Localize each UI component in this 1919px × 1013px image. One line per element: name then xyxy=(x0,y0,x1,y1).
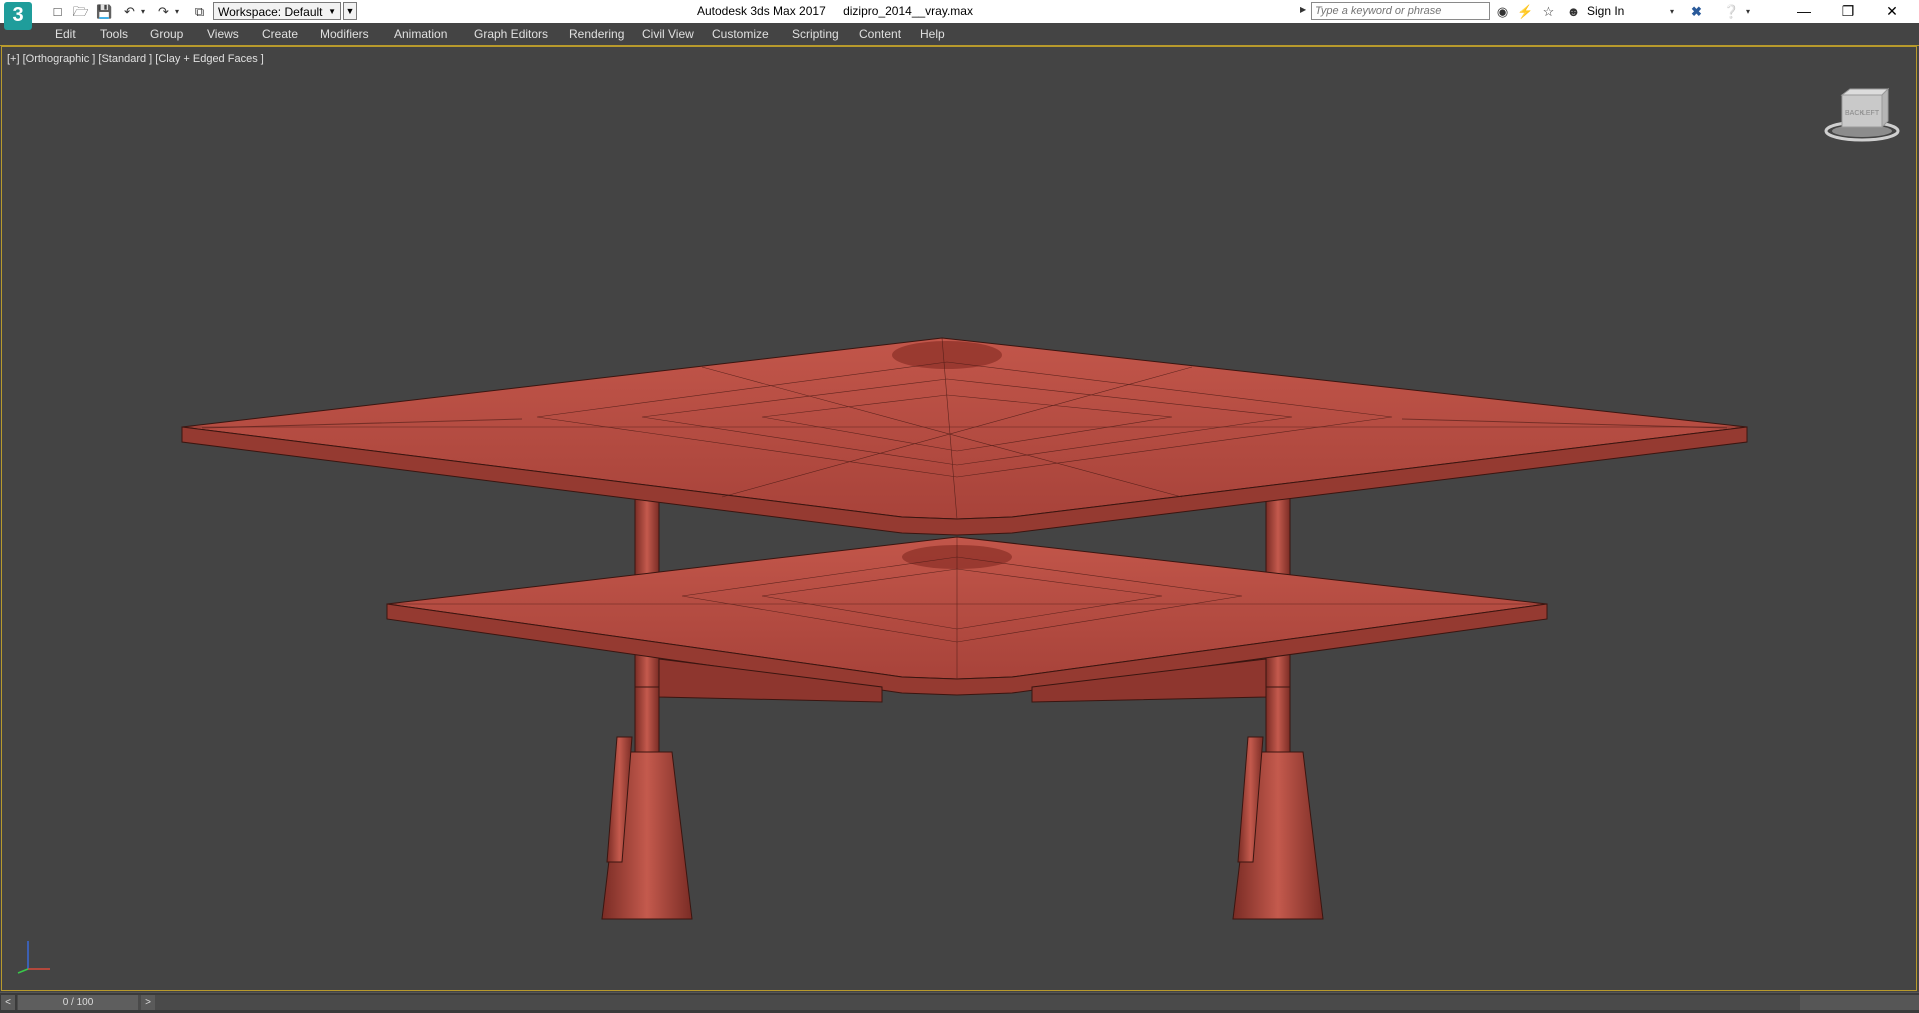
menu-edit[interactable]: Edit xyxy=(55,23,76,45)
time-prev-button[interactable]: < xyxy=(1,995,15,1010)
workspace-dropdown[interactable]: Workspace: Default ▼ xyxy=(213,2,341,20)
project-folder-icon[interactable]: ⧉ xyxy=(191,3,208,20)
menu-tools[interactable]: Tools xyxy=(100,23,128,45)
help-dropdown-icon[interactable]: ▾ xyxy=(1744,3,1752,20)
sign-in-button[interactable]: Sign In xyxy=(1587,0,1624,23)
menu-help[interactable]: Help xyxy=(920,23,945,45)
restore-button[interactable]: ❐ xyxy=(1826,0,1870,23)
menu-bar: Edit Tools Group Views Create Modifiers … xyxy=(0,23,1919,46)
undo-icon[interactable]: ↶ xyxy=(121,3,138,20)
window-title: Autodesk 3ds Max 2017 dizipro_2014__vray… xyxy=(697,0,973,23)
table-top xyxy=(181,337,1748,536)
help-icon[interactable]: ❔ xyxy=(1723,3,1740,20)
menu-modifiers[interactable]: Modifiers xyxy=(320,23,369,45)
menu-views[interactable]: Views xyxy=(207,23,239,45)
menu-customize[interactable]: Customize xyxy=(712,23,769,45)
menu-group[interactable]: Group xyxy=(150,23,183,45)
menu-create[interactable]: Create xyxy=(262,23,298,45)
exchange-apps-icon[interactable]: ✖ xyxy=(1688,3,1705,20)
save-file-icon[interactable]: 💾 xyxy=(96,3,113,20)
lower-shelf xyxy=(386,536,1548,703)
redo-dropdown-icon[interactable]: ▾ xyxy=(173,3,181,20)
redo-icon[interactable]: ↷ xyxy=(155,3,172,20)
close-button[interactable]: ✕ xyxy=(1870,0,1914,23)
binoculars-icon[interactable]: ◉ xyxy=(1494,3,1511,20)
customize-quick-access-button[interactable]: ▼ xyxy=(343,2,357,20)
app-title: Autodesk 3ds Max 2017 xyxy=(697,4,826,18)
new-file-icon[interactable]: □ xyxy=(49,3,66,20)
favorites-star-icon[interactable]: ☆ xyxy=(1540,3,1557,20)
perspective-viewport[interactable]: [+] [Orthographic ] [Standard ] [Clay + … xyxy=(1,46,1917,991)
search-input[interactable] xyxy=(1311,2,1490,20)
open-file-icon[interactable]: 🗁 xyxy=(72,3,89,20)
menu-scripting[interactable]: Scripting xyxy=(792,23,839,45)
search-expand-icon[interactable]: ▶ xyxy=(1300,5,1306,14)
workspace-label: Workspace: Default xyxy=(218,5,323,19)
time-next-button[interactable]: > xyxy=(141,995,155,1010)
undo-dropdown-icon[interactable]: ▾ xyxy=(139,3,147,20)
axis-tripod-icon xyxy=(17,941,50,974)
time-slider-track[interactable] xyxy=(17,995,1800,1010)
communication-center-icon[interactable]: ⚡ xyxy=(1517,3,1534,20)
menu-animation[interactable]: Animation xyxy=(394,23,447,45)
minimize-button[interactable]: — xyxy=(1782,0,1826,23)
sign-in-dropdown-icon[interactable]: ▾ xyxy=(1668,3,1676,20)
file-name: dizipro_2014__vray.max xyxy=(843,4,973,18)
menu-graph-editors[interactable]: Graph Editors xyxy=(474,23,548,45)
chevron-down-icon: ▼ xyxy=(328,7,336,16)
menu-content[interactable]: Content xyxy=(859,23,901,45)
app-logo-button[interactable]: 3 xyxy=(4,2,32,30)
time-slider-bar: < 0 / 100 > xyxy=(0,992,1919,1013)
time-slider-end-region xyxy=(1800,995,1919,1010)
time-slider-thumb[interactable]: 0 / 100 xyxy=(18,995,138,1010)
menu-rendering[interactable]: Rendering xyxy=(569,23,624,45)
table-legs xyxy=(601,686,1324,920)
user-icon: ☻ xyxy=(1566,4,1581,19)
coffee-table-model[interactable] xyxy=(2,47,1916,990)
menu-civil-view[interactable]: Civil View xyxy=(642,23,694,45)
title-bar: 3 □ 🗁 💾 ↶ ▾ ↷ ▾ ⧉ Workspace: Default ▼ ▼… xyxy=(0,0,1919,30)
